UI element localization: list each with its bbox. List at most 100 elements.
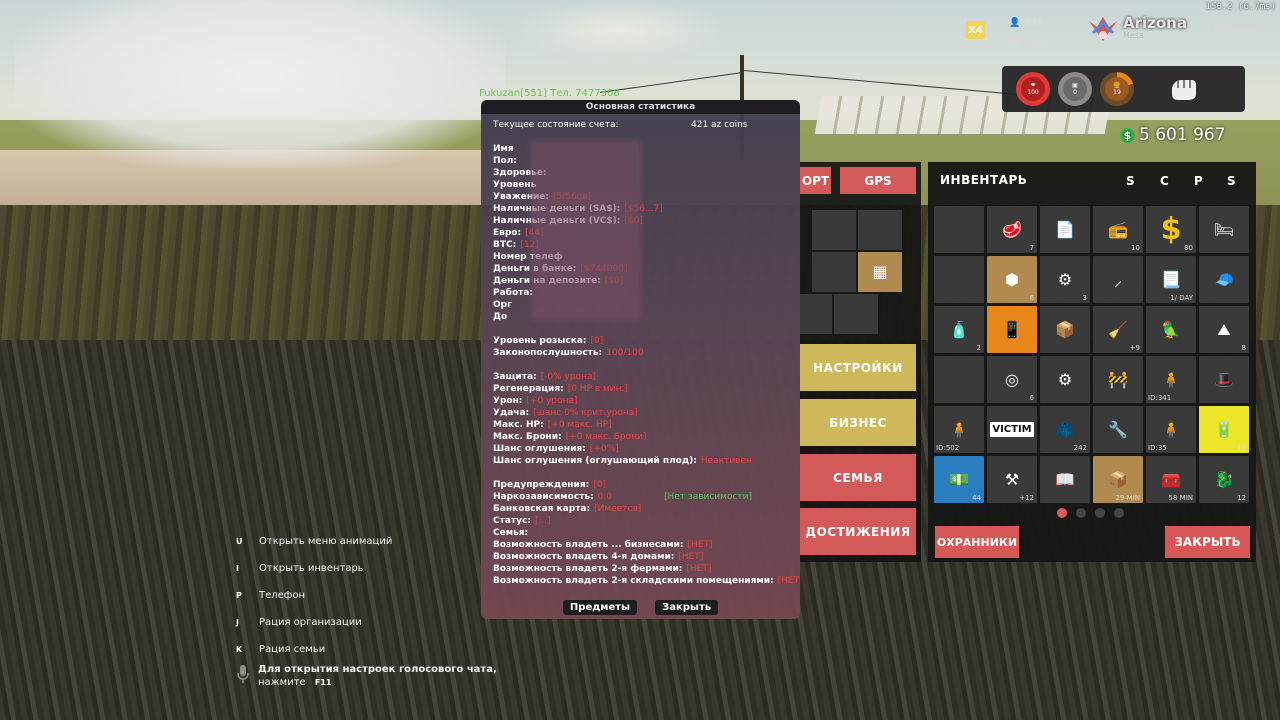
inventory-slot[interactable]: 🧍 ID:502 (934, 406, 984, 453)
menu-slot[interactable] (800, 294, 832, 334)
guards-button[interactable]: ОХРАННИКИ (935, 526, 1019, 558)
settings-button[interactable]: НАСТРОЙКИ (800, 344, 916, 391)
hotkey-row: I Открыть инвентарь (236, 555, 392, 582)
inventory-slot[interactable]: 🧢 (1199, 256, 1249, 303)
player-stats-hud: ❤ 100 ▣ 0 🍔 19 (1002, 66, 1245, 112)
inventory-slot[interactable]: ⚒ +12 (987, 456, 1037, 503)
page-dot[interactable] (1114, 508, 1124, 518)
stat-label: Евро: (493, 228, 522, 238)
stat-line: Наркозависимость: 0.0 [Нет зависимости] (493, 491, 788, 503)
inventory-slot[interactable]: 🧥 242 (1040, 406, 1090, 453)
achievements-button[interactable]: ДОСТИЖЕНИЯ (800, 508, 916, 555)
family-button[interactable]: СЕМЬЯ (800, 454, 916, 501)
inventory-slot[interactable]: 🧍 ID:35 (1146, 406, 1196, 453)
item-count: 6 (1029, 394, 1034, 402)
sort-button[interactable]: P (1194, 174, 1203, 188)
hunger-indicator: 🍔 19 (1100, 72, 1134, 106)
inventory-slot[interactable]: 🧍 ID:341 (1146, 356, 1196, 403)
voice-hint-key: F11 (314, 678, 332, 687)
inventory-slot[interactable]: ◎ 6 (987, 356, 1037, 403)
inventory-slot[interactable]: 🎩 (1199, 356, 1249, 403)
item-count: ID:35 (1148, 444, 1167, 452)
page-dots (1057, 508, 1124, 518)
inventory-slot[interactable]: $80 (1146, 206, 1196, 253)
inventory-slot[interactable]: 🔋 10 (1199, 406, 1249, 453)
stats-dialog: Основная статистика Текущее состояние сч… (481, 100, 800, 619)
page-dot[interactable] (1057, 508, 1067, 518)
inventory-slot[interactable]: ⚙ 3 (1040, 256, 1090, 303)
inventory-title: ИНВЕНТАРЬ (940, 173, 1028, 187)
inventory-slot[interactable]: 🧹 +9 (1093, 306, 1143, 353)
inventory-grid: 🥩 7 📄 📻 10 $80 🛏 ⬢ 6 ⚙ 3 ⸝ 📃 1/ DAY 🧢 🧴 2 📱 📦 🧹 +9 🦜 ⛰ 8 ◎ 6 ⚙ 🚧 🧍 ID… (934, 206, 1249, 503)
item-icon: ⸝ (1113, 270, 1122, 290)
stat-label: Возможность владеть ... бизнесами: (493, 540, 684, 550)
inventory-slot[interactable]: 🥩 7 (987, 206, 1037, 253)
menu-slot[interactable] (812, 252, 856, 292)
player-label: 15 Payson (1206, 22, 1263, 35)
stat-value: [+0 урона] (526, 396, 578, 406)
inventory-slot[interactable]: 🔧 (1093, 406, 1143, 453)
menu-slot[interactable] (812, 210, 856, 250)
item-count: 7 (1029, 244, 1034, 252)
money-display: $ 5 601 967 (1120, 125, 1226, 145)
inventory-slot[interactable]: 📦 (1040, 306, 1090, 353)
item-icon: 📦 (1055, 320, 1075, 339)
inventory-slot[interactable]: 🦜 (1146, 306, 1196, 353)
page-dot[interactable] (1095, 508, 1105, 518)
item-count: ID:502 (936, 444, 960, 452)
inventory-slot[interactable]: ⸝ (1093, 256, 1143, 303)
inventory-slot[interactable]: 🧴 2 (934, 306, 984, 353)
menu-slot[interactable] (858, 210, 902, 250)
inventory-slot[interactable]: 🚧 (1093, 356, 1143, 403)
stat-label: Регенерация: (493, 384, 564, 394)
inventory-slot[interactable]: 📃 1/ DAY (1146, 256, 1196, 303)
stat-line: Возможность владеть 2-я складскими помещ… (493, 575, 800, 587)
close-button[interactable]: Закрыть (655, 600, 719, 615)
inventory-slot[interactable]: ⚙ (1040, 356, 1090, 403)
menu-slot[interactable] (834, 294, 878, 334)
tab-report[interactable]: ОРТ (800, 167, 831, 194)
stat-label: Защита: (493, 372, 537, 382)
sort-button[interactable]: S (1227, 174, 1236, 188)
item-count: 3 (1082, 294, 1087, 302)
stat-label: Шанс оглушения: (493, 444, 586, 454)
inventory-slot[interactable] (934, 206, 984, 253)
hotkey-row: P Телефон (236, 582, 392, 609)
inventory-slot[interactable]: 📖 (1040, 456, 1090, 503)
item-count: 12 (1237, 494, 1246, 502)
stats-group-wanted: Уровень розыска: [0] Законопослушность: 100… (493, 335, 788, 359)
inventory-slot[interactable]: VICTIM (987, 406, 1037, 453)
stat-value: [НЕТ] (686, 564, 712, 574)
item-icon: 🧴 (949, 320, 969, 339)
inventory-slot[interactable]: 🧰 58 MIN (1146, 456, 1196, 503)
tab-gps[interactable]: GPS (840, 167, 916, 194)
stat-value: [Имеется] (594, 504, 642, 514)
fps-counter: 150.2 (6.7ms) (1205, 2, 1276, 12)
item-icon: 🐉 (1214, 470, 1234, 489)
business-button[interactable]: БИЗНЕС (800, 399, 916, 446)
armor-item-icon: ▦ (872, 262, 888, 281)
inventory-slot[interactable]: 📦 29 MIN (1093, 456, 1143, 503)
items-button[interactable]: Предметы (562, 600, 638, 615)
sort-button[interactable]: C (1160, 174, 1169, 188)
inventory-slot[interactable]: ⛰ 8 (1199, 306, 1249, 353)
inventory-close-button[interactable]: ЗАКРЫТЬ (1165, 526, 1250, 558)
page-dot[interactable] (1076, 508, 1086, 518)
inventory-slot[interactable] (934, 256, 984, 303)
item-count: 2 (976, 344, 981, 352)
menu-slot[interactable]: ▦ (858, 252, 902, 292)
inventory-slot[interactable]: ⬢ 6 (987, 256, 1037, 303)
stat-value: 100/100 (606, 348, 644, 358)
inventory-slot[interactable]: 📱 (987, 306, 1037, 353)
inventory-slot[interactable]: 📄 (1040, 206, 1090, 253)
inventory-slot[interactable]: 📻 10 (1093, 206, 1143, 253)
fist-icon (1172, 80, 1196, 100)
item-icon: 📦 (1108, 470, 1128, 489)
inventory-slot[interactable]: 💵 44 (934, 456, 984, 503)
inventory-slot[interactable]: 🛏 (1199, 206, 1249, 253)
sort-button[interactable]: S (1126, 174, 1135, 188)
inventory-slot[interactable] (934, 356, 984, 403)
inventory-slot[interactable]: 🐉 12 (1199, 456, 1249, 503)
stat-label: Семья: (493, 528, 529, 538)
